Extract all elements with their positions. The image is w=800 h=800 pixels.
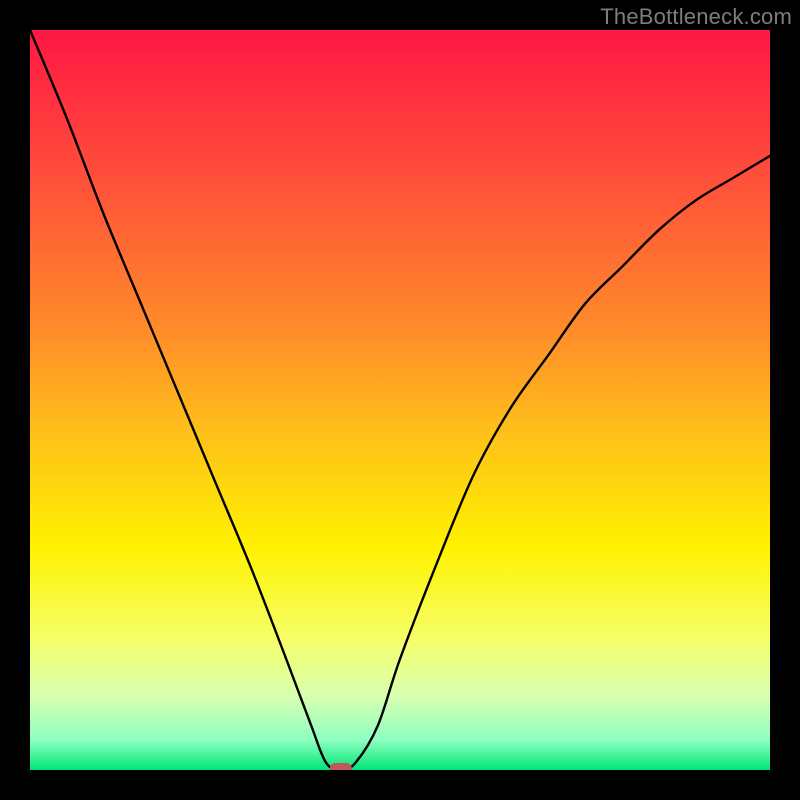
bottleneck-plot (30, 30, 770, 770)
chart-frame: TheBottleneck.com (0, 0, 800, 800)
attribution-label: TheBottleneck.com (600, 4, 792, 30)
optimum-marker (330, 763, 352, 770)
